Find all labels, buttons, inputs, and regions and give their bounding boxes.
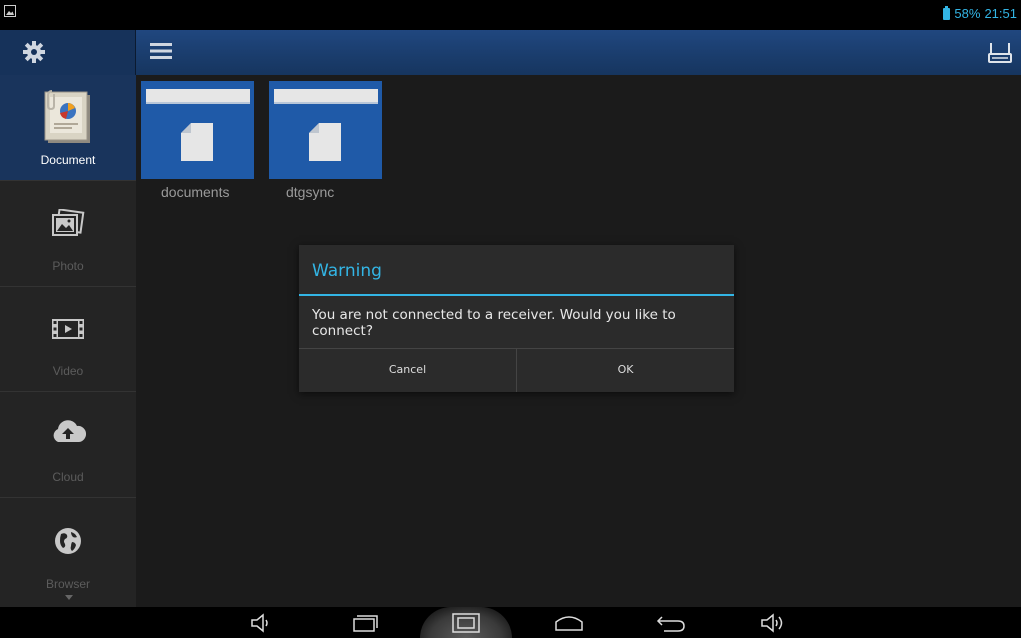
volume-up-icon[interactable] [760, 613, 786, 633]
file-icon [181, 123, 213, 161]
sidebar-item-browser[interactable]: Browser [0, 497, 136, 603]
warning-dialog: Warning You are not connected to a recei… [299, 245, 734, 392]
cancel-button[interactable]: Cancel [299, 349, 516, 392]
menu-icon[interactable] [150, 42, 172, 60]
folder-tab [146, 89, 250, 104]
back-icon[interactable] [656, 613, 686, 633]
folder-thumbnail [269, 81, 382, 179]
battery-level: 58% [954, 6, 981, 21]
sidebar-item-label: Photo [52, 259, 84, 273]
sidebar-item-video[interactable]: Video [0, 286, 136, 392]
screenshot-icon[interactable] [452, 613, 480, 633]
globe-icon [55, 528, 81, 554]
folder-item[interactable]: documents [141, 81, 254, 225]
sidebar-item-label: Browser [45, 577, 90, 591]
home-icon[interactable] [554, 613, 584, 633]
status-bar: 58% 21:51 [0, 0, 1021, 30]
sidebar-item-document[interactable]: Document [0, 75, 136, 181]
file-icon [309, 123, 341, 161]
ok-button[interactable]: OK [516, 349, 734, 392]
header [136, 30, 1021, 75]
photo-icon [52, 209, 85, 236]
folder-item[interactable]: dtgsync [269, 81, 382, 225]
dialog-buttons: Cancel OK [299, 348, 734, 392]
sidebar-item-label: Video [52, 364, 84, 378]
gear-icon[interactable] [22, 40, 46, 64]
sidebar-item-cloud[interactable]: Cloud [0, 392, 136, 498]
sidebar-item-photo[interactable]: Photo [0, 181, 136, 287]
folder-name: documents [161, 184, 230, 200]
video-icon [52, 319, 84, 339]
recent-apps-icon[interactable] [352, 613, 378, 633]
navigation-bar [0, 607, 1021, 638]
battery-icon [943, 5, 951, 20]
document-icon [44, 90, 90, 143]
sidebar: Document Photo Video Cloud Browser [0, 75, 136, 607]
dialog-title: Warning [299, 245, 734, 296]
folder-tab [274, 89, 378, 104]
action-bar [0, 30, 1021, 75]
sidebar-item-label: Cloud [52, 470, 84, 484]
scroll-down-indicator [65, 595, 73, 600]
folder-name: dtgsync [286, 184, 335, 200]
cloud-upload-icon [53, 420, 86, 442]
volume-down-icon[interactable] [250, 613, 272, 633]
sidebar-item-label: Document [40, 153, 96, 167]
dialog-message: You are not connected to a receiver. Wou… [312, 307, 676, 339]
receiver-icon[interactable] [987, 42, 1013, 64]
gallery-notification-icon [4, 5, 16, 17]
settings-area [0, 30, 136, 75]
folder-thumbnail [141, 81, 254, 179]
clock: 21:51 [984, 6, 1017, 21]
